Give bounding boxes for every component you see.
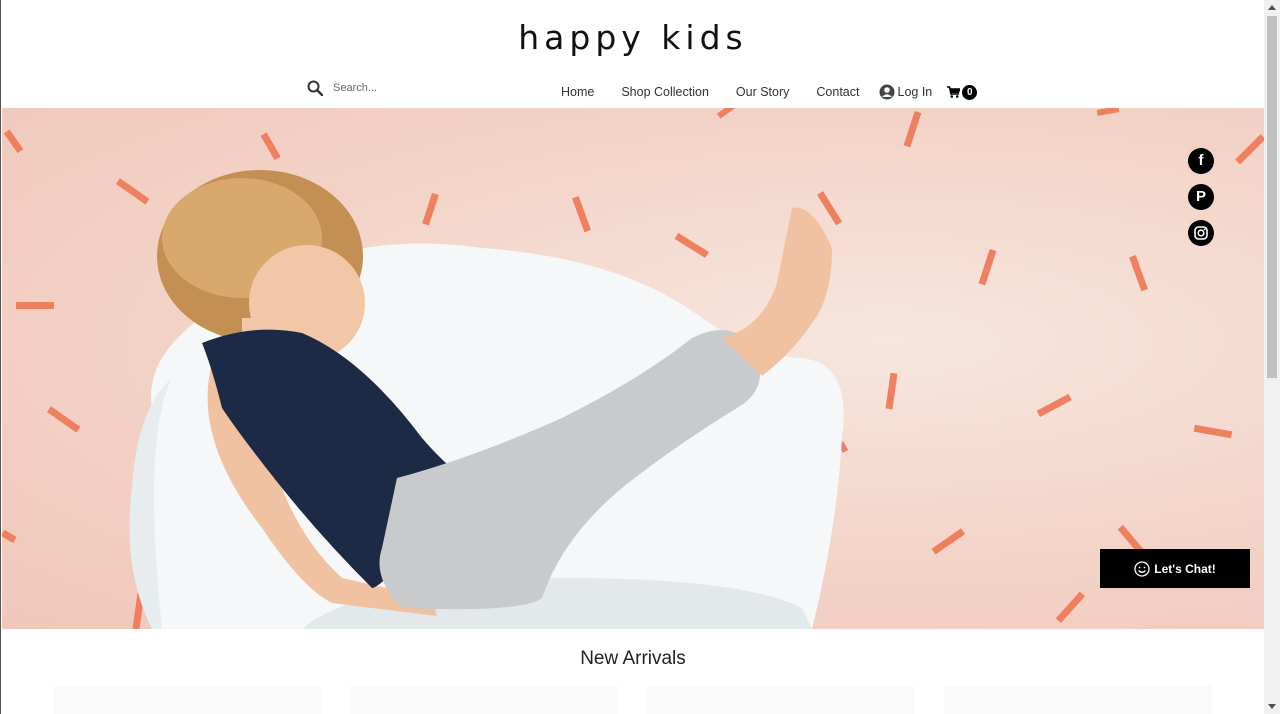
search-input[interactable] [333,82,493,94]
scroll-up-arrow[interactable] [1268,5,1276,10]
instagram-glyph [1194,226,1208,240]
page: happy kids Home Shop Collection Our Stor… [0,0,1265,714]
new-arrivals-title: New Arrivals [580,648,686,669]
product-card[interactable] [647,686,915,714]
nav-our-story[interactable]: Our Story [736,85,790,99]
login-label: Log In [897,85,933,99]
product-card[interactable] [350,686,618,714]
hero-banner: f P [2,108,1265,629]
login-button[interactable]: Log In [879,84,933,100]
site-logo[interactable]: happy kids [1,18,1265,57]
scrollbar-thumb[interactable] [1267,16,1277,378]
facebook-icon[interactable]: f [1188,148,1214,174]
nav-contact[interactable]: Contact [816,85,859,99]
instagram-icon[interactable] [1188,220,1214,246]
cart-count-badge: 0 [962,84,978,100]
social-links: f P [1188,148,1214,256]
pinterest-icon[interactable]: P [1188,184,1214,210]
nav-shop-collection[interactable]: Shop Collection [621,85,709,99]
cart-button[interactable]: 0 [947,84,978,100]
product-card[interactable] [944,686,1212,714]
chat-button[interactable]: Let's Chat! [1100,549,1250,588]
product-card[interactable] [53,686,321,714]
chat-label: Let's Chat! [1154,561,1216,576]
search-bar[interactable] [307,80,493,96]
main-nav: Home Shop Collection Our Story Contact L… [561,84,978,100]
scrollbar[interactable] [1264,0,1280,714]
cart-icon [947,86,961,98]
smiley-icon [1134,560,1150,577]
search-icon[interactable] [307,80,323,96]
user-avatar-icon [879,84,894,100]
hero-image [2,108,1265,629]
nav-home[interactable]: Home [561,85,594,99]
scroll-down-arrow[interactable] [1268,704,1276,709]
